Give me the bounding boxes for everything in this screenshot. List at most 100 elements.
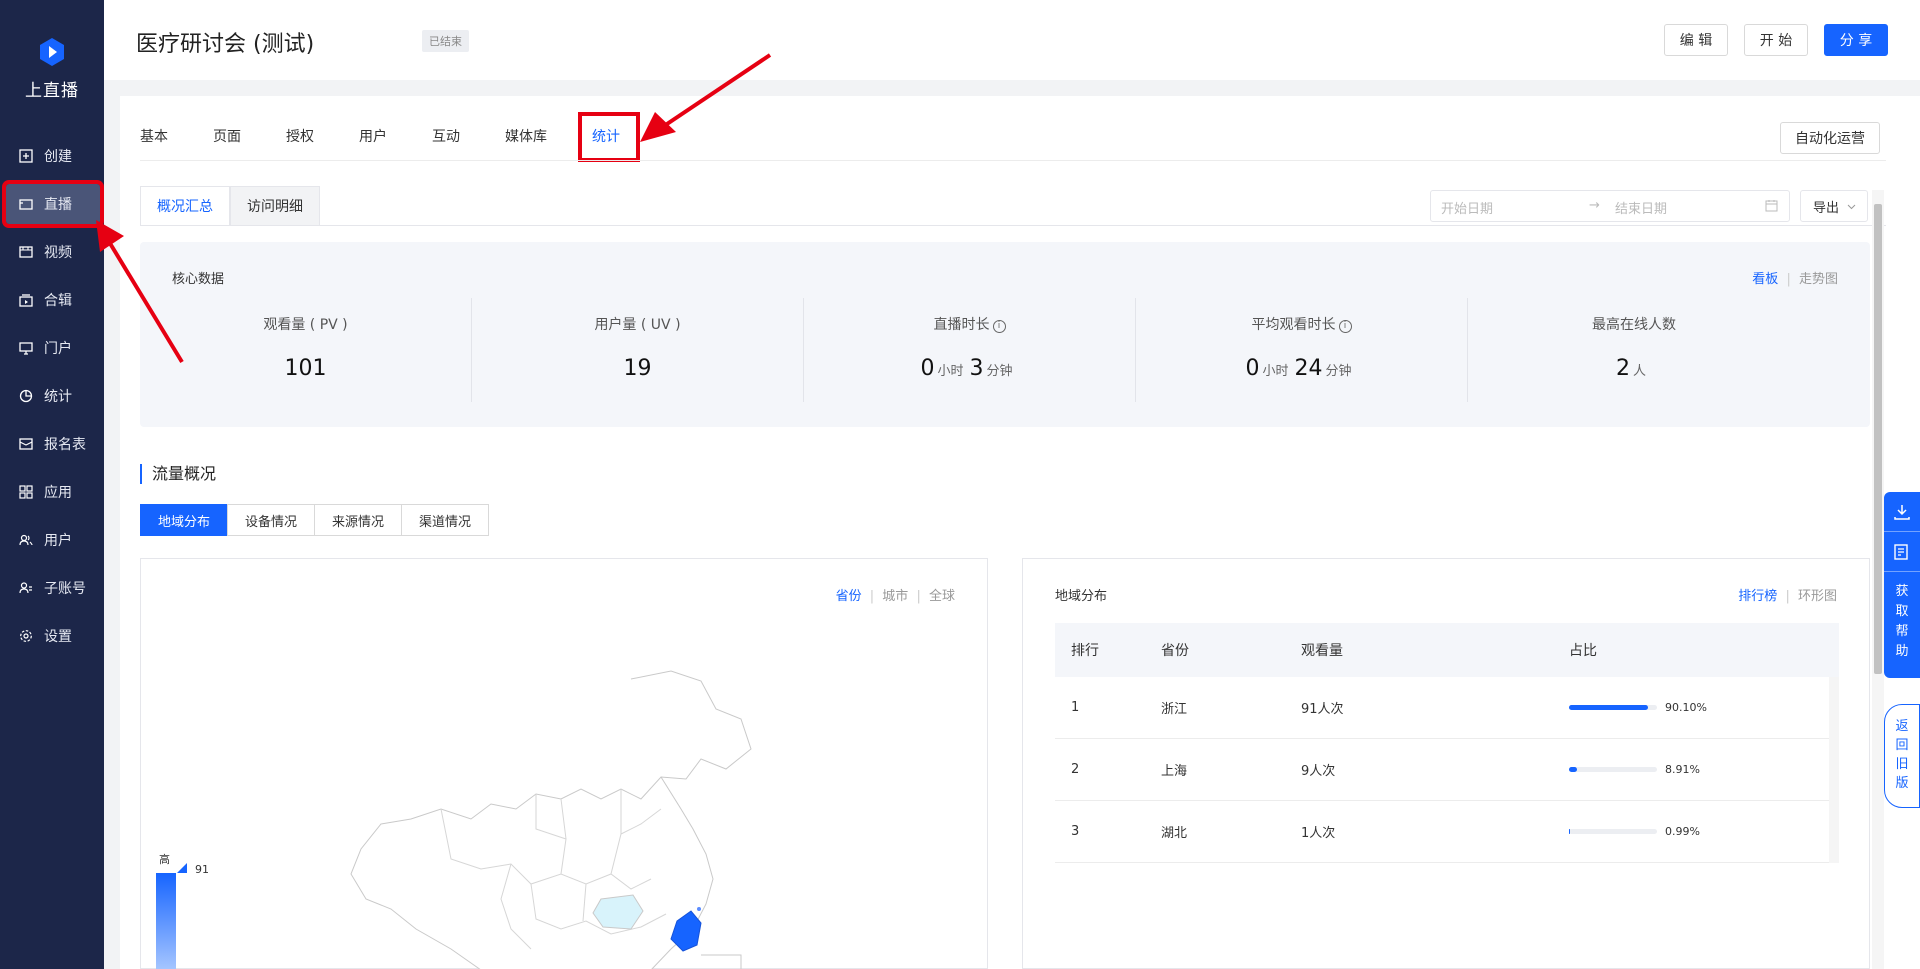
sidebar-item-signup-form[interactable]: 报名表 <box>6 424 100 464</box>
tab-media-library[interactable]: 媒体库 <box>505 126 547 146</box>
calendar-icon <box>1765 199 1778 216</box>
subtab-overview[interactable]: 概况汇总 <box>140 186 230 226</box>
sub-account-icon <box>18 580 34 596</box>
tab-users[interactable]: 用户 <box>359 126 387 146</box>
metric-avg-watch-duration: 平均观看时长 i 0 小时 24 分钟 <box>1136 298 1468 402</box>
sidebar-item-label: 报名表 <box>44 437 86 453</box>
sidebar-item-label: 合辑 <box>44 293 72 309</box>
logo-icon <box>36 36 68 68</box>
video-camera-icon <box>18 196 34 212</box>
sidebar-item-label: 应用 <box>44 485 72 501</box>
metric-label: 最高在线人数 <box>1592 317 1676 333</box>
sidebar-item-sub-accounts[interactable]: 子账号 <box>6 568 100 608</box>
download-icon[interactable] <box>1884 492 1920 532</box>
sidebar-item-stats[interactable]: 统计 <box>6 376 100 416</box>
date-range-picker[interactable]: 开始日期 → 结束日期 <box>1430 190 1790 222</box>
chevron-down-icon <box>1847 199 1856 214</box>
view-trend-link[interactable]: 走势图 <box>1799 272 1838 287</box>
traffic-tab-channel[interactable]: 渠道情况 <box>401 504 489 536</box>
tab-auth[interactable]: 授权 <box>286 126 314 146</box>
start-button[interactable]: 开 始 <box>1744 24 1808 56</box>
start-date-input[interactable]: 开始日期 <box>1441 198 1493 217</box>
metric-uv: 用户量 ( UV ) 19 <box>472 298 804 402</box>
apps-grid-icon <box>18 484 34 500</box>
core-data-panel: 核心数据 看板 | 走势图 观看量 ( PV ) 101 用户量 ( UV ) … <box>140 242 1870 427</box>
logo[interactable]: 上直播 <box>0 36 104 101</box>
page-header: 医疗研讨会 (测试) 已结束 编 辑 开 始 分 享 <box>104 0 1920 80</box>
sidebar-item-portal[interactable]: 门户 <box>6 328 100 368</box>
sidebar: 上直播 创建 直播 视频 合辑 门户 统计 报名表 应用 用户 子账号 设置 <box>0 0 104 969</box>
sidebar-item-label: 设置 <box>44 629 72 645</box>
table-header: 排行 省份 观看量 占比 <box>1055 623 1839 677</box>
share-button[interactable]: 分 享 <box>1824 24 1888 56</box>
scope-global[interactable]: 全球 <box>929 589 955 604</box>
sidebar-item-label: 子账号 <box>44 581 86 597</box>
export-label: 导出 <box>1813 200 1840 216</box>
back-to-old-version-button[interactable]: 返回旧版 <box>1884 704 1920 808</box>
cell-rank: 2 <box>1071 762 1080 777</box>
sidebar-item-settings[interactable]: 设置 <box>6 616 100 656</box>
sidebar-item-live[interactable]: 直播 <box>2 180 104 228</box>
separator: | <box>869 589 875 604</box>
scope-city[interactable]: 城市 <box>882 589 908 604</box>
metric-value: 101 <box>284 356 327 381</box>
get-help-button[interactable]: 获取帮助 <box>1884 572 1920 662</box>
table-row: 2 上海 9人次 8.91% <box>1055 739 1839 801</box>
date-range-arrow: → <box>1589 198 1600 213</box>
share-progress-bar <box>1569 705 1657 710</box>
col-rank: 排行 <box>1071 643 1099 659</box>
cell-rank: 1 <box>1071 700 1080 715</box>
document-edit-icon[interactable] <box>1884 532 1920 572</box>
traffic-tab-region[interactable]: 地域分布 <box>140 504 228 536</box>
traffic-tab-source[interactable]: 来源情况 <box>314 504 402 536</box>
auto-ops-button[interactable]: 自动化运营 <box>1780 122 1880 154</box>
info-icon[interactable]: i <box>1338 320 1352 333</box>
region-ranking-panel: 地域分布 排行榜 | 环形图 排行 省份 观看量 占比 1 浙江 91人次 90… <box>1022 558 1870 969</box>
export-dropdown[interactable]: 导出 <box>1800 190 1868 222</box>
gear-icon <box>18 628 34 644</box>
plus-square-icon <box>18 148 34 164</box>
cell-views: 91人次 <box>1301 702 1344 717</box>
share-progress-bar <box>1569 767 1657 772</box>
peak-unit: 人 <box>1632 364 1646 379</box>
edit-button[interactable]: 编 辑 <box>1664 24 1728 56</box>
subtab-visit-details[interactable]: 访问明细 <box>230 186 320 226</box>
china-map[interactable] <box>321 659 801 969</box>
scope-province[interactable]: 省份 <box>836 589 862 604</box>
metric-live-duration: 直播时长 i 0 小时 3 分钟 <box>804 298 1136 402</box>
col-views: 观看量 <box>1301 643 1343 659</box>
metric-label-text: 直播时长 <box>933 317 990 333</box>
tab-basic[interactable]: 基本 <box>140 126 168 146</box>
legend-gradient-bar[interactable] <box>156 873 176 969</box>
view-ranking-link[interactable]: 排行榜 <box>1738 589 1777 604</box>
region-shanghai <box>697 907 701 911</box>
cell-rank: 3 <box>1071 824 1080 839</box>
metric-label: 平均观看时长 i <box>1136 314 1467 334</box>
traffic-tab-device[interactable]: 设备情况 <box>227 504 315 536</box>
info-icon[interactable]: i <box>992 320 1006 333</box>
tab-interaction[interactable]: 互动 <box>432 126 460 146</box>
tab-statistics[interactable]: 统计 <box>578 112 640 162</box>
sidebar-item-collection[interactable]: 合辑 <box>6 280 100 320</box>
page-scrollbar[interactable] <box>1872 190 1884 969</box>
view-board-link[interactable]: 看板 <box>1752 272 1778 287</box>
cell-views: 1人次 <box>1301 826 1336 841</box>
help-widget[interactable]: 获取帮助 <box>1884 492 1920 678</box>
table-scrollbar[interactable] <box>1829 677 1839 863</box>
end-date-input[interactable]: 结束日期 <box>1615 198 1667 217</box>
collection-icon <box>18 292 34 308</box>
sidebar-item-apps[interactable]: 应用 <box>6 472 100 512</box>
sidebar-item-create[interactable]: 创建 <box>6 136 100 176</box>
sidebar-item-video[interactable]: 视频 <box>6 232 100 272</box>
sidebar-item-label: 创建 <box>44 149 72 165</box>
sidebar-item-users[interactable]: 用户 <box>6 520 100 560</box>
tab-page[interactable]: 页面 <box>213 126 241 146</box>
view-ring-link[interactable]: 环形图 <box>1798 589 1837 604</box>
form-icon <box>18 436 34 452</box>
sidebar-item-label: 门户 <box>44 341 72 357</box>
scrollbar-thumb[interactable] <box>1874 204 1882 674</box>
col-share: 占比 <box>1569 643 1597 659</box>
col-province: 省份 <box>1161 643 1189 659</box>
share-progress-bar <box>1569 829 1657 834</box>
traffic-section-title: 流量概况 <box>140 464 216 484</box>
